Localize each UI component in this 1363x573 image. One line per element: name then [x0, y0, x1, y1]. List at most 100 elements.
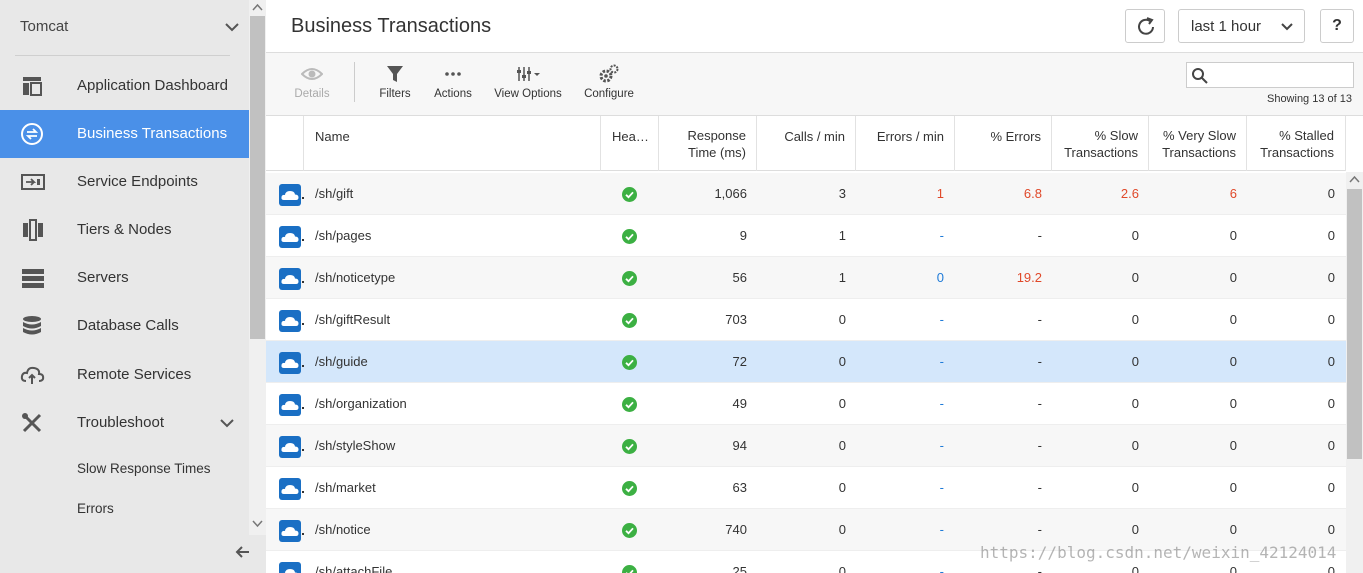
cell-stalled: 0 — [1327, 270, 1335, 285]
health-ok-icon[interactable] — [622, 439, 637, 454]
chevron-down-icon[interactable] — [219, 415, 235, 431]
configure-button[interactable]: Configure — [582, 63, 636, 100]
cell-response: 56 — [732, 270, 747, 285]
table-row[interactable]: /sh/giftResult 703 0 - - 0 0 0 — [266, 299, 1346, 341]
column-name[interactable]: Name — [304, 116, 601, 171]
column-calls-per-min[interactable]: Calls / min — [757, 116, 856, 171]
filters-button[interactable]: Filters — [376, 63, 414, 100]
column-pct-errors[interactable]: % Errors — [955, 116, 1052, 171]
refresh-button[interactable] — [1125, 9, 1165, 43]
scroll-up-icon[interactable] — [1347, 174, 1362, 186]
sidebar-item-label: Troubleshoot — [77, 414, 164, 431]
health-ok-icon[interactable] — [622, 313, 637, 328]
sidebar-item-service-endpoints[interactable]: Service Endpoints — [0, 158, 249, 206]
table-row[interactable]: /sh/styleShow 94 0 - - 0 0 0 — [266, 425, 1346, 467]
transaction-name[interactable]: /sh/noticetype — [315, 270, 395, 285]
cell-response: 25 — [732, 564, 747, 573]
time-range-select[interactable]: last 1 hour — [1178, 9, 1305, 43]
cell-slow: 0 — [1131, 312, 1139, 327]
business-transaction-icon — [279, 520, 301, 542]
health-ok-icon[interactable] — [622, 565, 637, 573]
table-row[interactable]: /sh/gift 1,066 3 1 6.8 2.6 6 0 — [266, 173, 1346, 215]
search-icon — [1192, 68, 1208, 84]
cell-stalled: 0 — [1327, 228, 1335, 243]
scroll-down-icon[interactable] — [250, 517, 265, 529]
table-scrollbar-thumb[interactable] — [1347, 189, 1362, 459]
cell-response: 740 — [725, 522, 747, 537]
sidebar-item-application-dashboard[interactable]: Application Dashboard — [0, 62, 249, 110]
health-ok-icon[interactable] — [622, 355, 637, 370]
cell-slow: 0 — [1131, 564, 1139, 573]
table-row[interactable]: /sh/guide 72 0 - - 0 0 0 — [266, 341, 1346, 383]
column-pct-stalled[interactable]: % Stalled Transactions — [1247, 116, 1346, 171]
column-label-line: Time (ms) — [687, 145, 746, 160]
row-marker — [302, 365, 304, 367]
refresh-icon — [1138, 17, 1154, 35]
health-ok-icon[interactable] — [622, 229, 637, 244]
health-ok-icon[interactable] — [622, 397, 637, 412]
sidebar-item-database-calls[interactable]: Database Calls — [0, 302, 249, 350]
transaction-name[interactable]: /sh/pages — [315, 228, 371, 243]
business-transaction-icon — [279, 394, 301, 416]
sidebar-subitem-errors[interactable]: Errors — [77, 501, 114, 516]
health-ok-icon[interactable] — [622, 271, 637, 286]
transaction-name[interactable]: /sh/attachFile — [315, 564, 392, 573]
transaction-name[interactable]: /sh/market — [315, 480, 376, 495]
details-button[interactable]: Details — [293, 63, 331, 100]
search-box[interactable] — [1186, 62, 1354, 88]
sidebar-item-business-transactions[interactable]: Business Transactions — [0, 110, 249, 158]
sidebar-footer — [249, 535, 266, 573]
eye-icon — [301, 68, 323, 80]
sidebar-item-troubleshoot[interactable]: Troubleshoot — [0, 399, 249, 447]
health-ok-icon[interactable] — [622, 481, 637, 496]
cell-pct-errors: - — [1037, 480, 1042, 495]
cell-stalled: 0 — [1327, 522, 1335, 537]
actions-label: Actions — [434, 88, 472, 100]
sidebar-item-tiers-nodes[interactable]: Tiers & Nodes — [0, 206, 249, 254]
column-type[interactable] — [266, 116, 304, 171]
health-ok-icon[interactable] — [622, 187, 637, 202]
table-row[interactable]: /sh/pages 9 1 - - 0 0 0 — [266, 215, 1346, 257]
column-label-line: Transactions — [1064, 145, 1138, 160]
tiers-nodes-icon — [23, 219, 43, 241]
table-row[interactable]: /sh/market 63 0 - - 0 0 0 — [266, 467, 1346, 509]
transaction-name[interactable]: /sh/styleShow — [315, 438, 395, 453]
table-header: Name Hea… Response Time (ms) Calls / min… — [266, 116, 1346, 171]
view-options-button[interactable]: View Options — [493, 63, 563, 100]
column-errors-per-min[interactable]: Errors / min — [856, 116, 955, 171]
column-label-line: Transactions — [1162, 145, 1236, 160]
transaction-name[interactable]: /sh/notice — [315, 522, 371, 537]
table-row[interactable]: /sh/noticetype 56 1 0 19.2 0 0 0 — [266, 257, 1346, 299]
column-response-time[interactable]: Response Time (ms) — [659, 116, 757, 171]
transaction-name[interactable]: /sh/organization — [315, 396, 407, 411]
transaction-name[interactable]: /sh/guide — [315, 354, 368, 369]
chevron-down-icon — [225, 23, 239, 32]
transaction-name[interactable]: /sh/giftResult — [315, 312, 390, 327]
column-pct-slow[interactable]: % Slow Transactions — [1052, 116, 1149, 171]
sidebar-subitem-slow-response-times[interactable]: Slow Response Times — [77, 461, 211, 476]
sidebar-item-remote-services[interactable]: Remote Services — [0, 351, 249, 399]
sidebar-item-servers[interactable]: Servers — [0, 254, 249, 302]
transaction-name[interactable]: /sh/gift — [315, 186, 353, 201]
column-label-line: Response — [687, 128, 746, 143]
health-ok-icon[interactable] — [622, 523, 637, 538]
column-pct-very-slow[interactable]: % Very Slow Transactions — [1149, 116, 1247, 171]
cloud-upload-icon — [20, 366, 45, 384]
toolbar: Details Filters Actions View Options Con… — [266, 53, 1363, 116]
cell-errors: - — [939, 480, 944, 495]
cell-stalled: 0 — [1327, 438, 1335, 453]
sidebar-scrollbar-thumb[interactable] — [250, 16, 265, 339]
cell-calls: 0 — [838, 354, 846, 369]
search-input[interactable] — [1213, 65, 1351, 85]
column-label-line: % Stalled — [1279, 128, 1334, 143]
business-transaction-icon — [279, 478, 301, 500]
actions-button[interactable]: Actions — [433, 63, 473, 100]
time-range-value: last 1 hour — [1191, 18, 1262, 35]
app-selector[interactable]: Tomcat — [0, 0, 249, 55]
row-marker — [302, 197, 304, 199]
table-row[interactable]: /sh/organization 49 0 - - 0 0 0 — [266, 383, 1346, 425]
scroll-up-icon[interactable] — [250, 2, 265, 14]
column-health[interactable]: Hea… — [601, 116, 659, 171]
cell-slow: 0 — [1131, 228, 1139, 243]
help-button[interactable]: ? — [1320, 9, 1354, 43]
